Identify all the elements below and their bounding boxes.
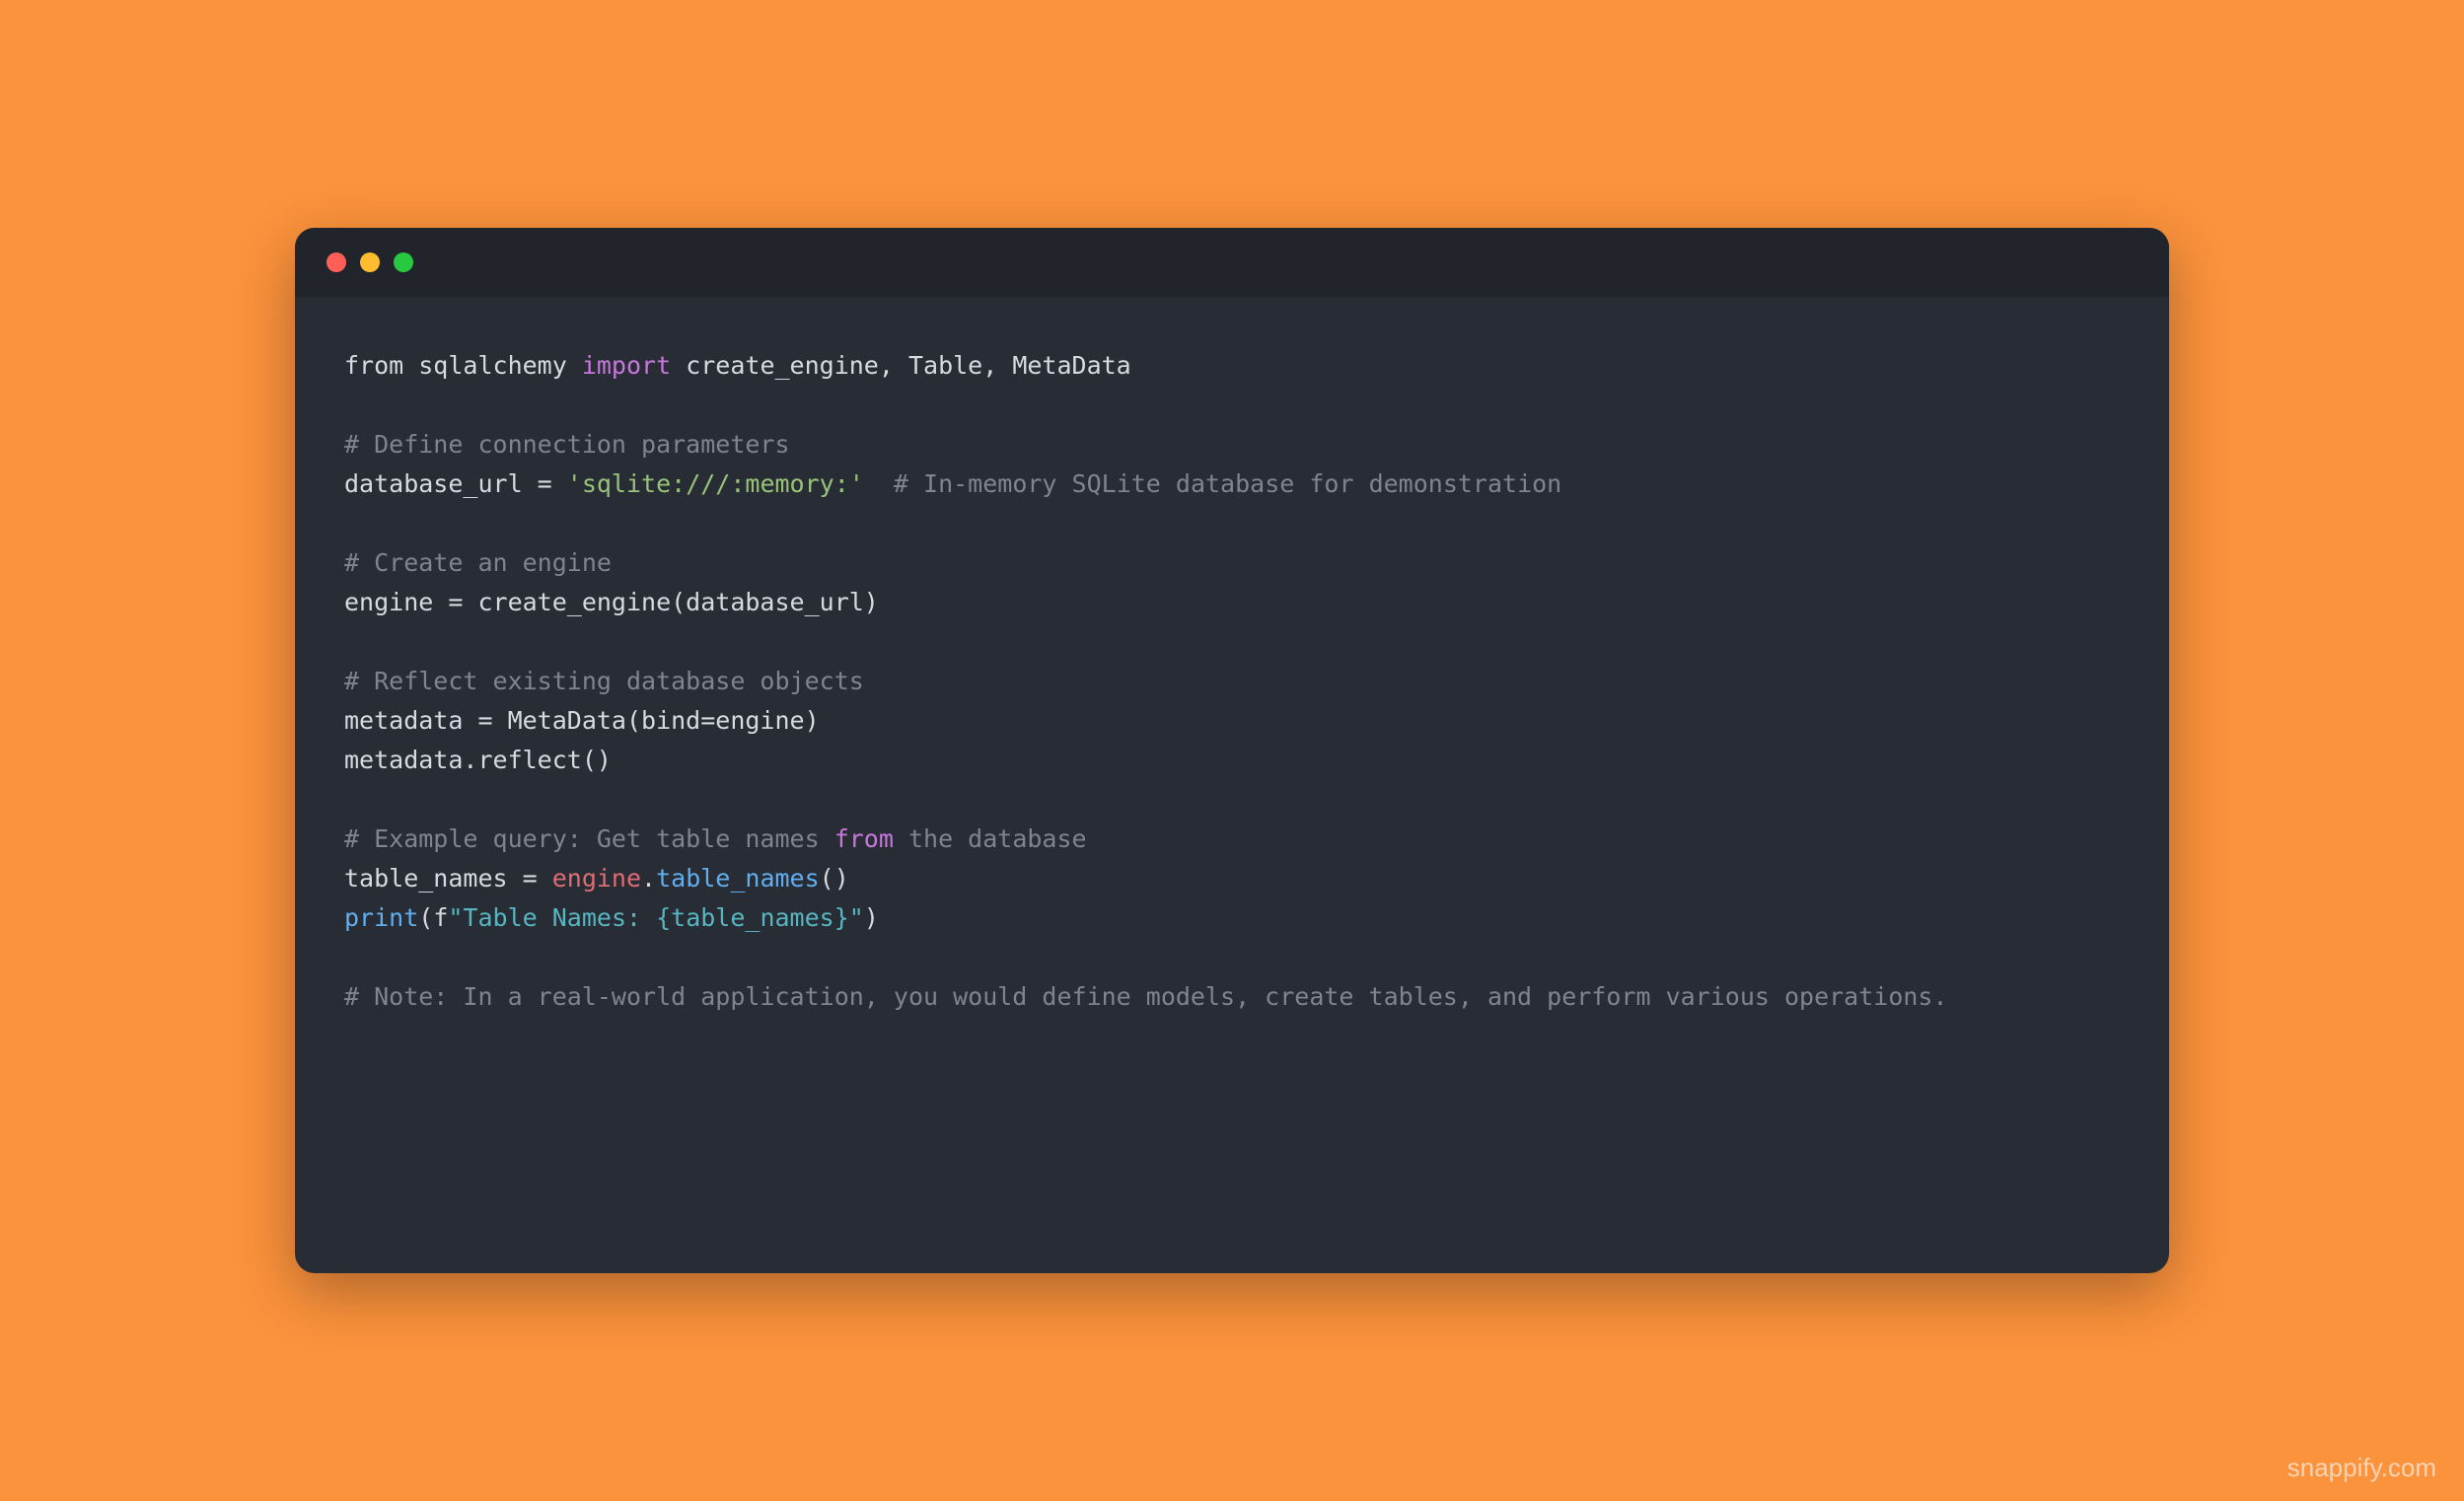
code-line: # Note: In a real-world application, you…	[344, 977, 2120, 1017]
code-token: create_engine, Table, MetaData	[671, 351, 1131, 380]
code-token: from	[834, 824, 894, 853]
code-line: metadata = MetaData(bind=engine)	[344, 701, 2120, 741]
watermark: snappify.com	[2287, 1453, 2436, 1483]
code-line: # Define connection parameters	[344, 425, 2120, 465]
code-token: table_names =	[344, 864, 552, 893]
code-token: import	[582, 351, 671, 380]
code-token: 'sqlite:///:memory:'	[567, 469, 864, 498]
code-line	[344, 938, 2120, 977]
code-token: print	[344, 903, 418, 932]
close-icon[interactable]	[326, 252, 346, 272]
code-token: metadata = MetaData(bind=engine)	[344, 706, 820, 735]
minimize-icon[interactable]	[360, 252, 380, 272]
code-token: metadata.reflect()	[344, 746, 612, 774]
code-line: # Reflect existing database objects	[344, 662, 2120, 701]
code-line: metadata.reflect()	[344, 741, 2120, 780]
code-token: # Define connection parameters	[344, 430, 790, 459]
code-token: # Create an engine	[344, 548, 612, 577]
code-line	[344, 504, 2120, 543]
code-line	[344, 780, 2120, 820]
code-token: (f	[418, 903, 448, 932]
code-token: from sqlalchemy	[344, 351, 582, 380]
maximize-icon[interactable]	[394, 252, 413, 272]
code-line: # Example query: Get table names from th…	[344, 820, 2120, 859]
code-token: # Note: In a real-world application, you…	[344, 982, 1948, 1011]
code-token: table_names	[656, 864, 820, 893]
code-token: # In-memory SQLite database for demonstr…	[894, 469, 1561, 498]
code-line	[344, 622, 2120, 662]
code-line: engine = create_engine(database_url)	[344, 583, 2120, 622]
code-window: from sqlalchemy import create_engine, Ta…	[295, 228, 2169, 1273]
code-token: .	[641, 864, 656, 893]
code-line: # Create an engine	[344, 543, 2120, 583]
code-token	[864, 469, 894, 498]
code-token: "Table Names: {table_names}"	[448, 903, 863, 932]
code-token: )	[864, 903, 879, 932]
code-token: # Example query: Get table names	[344, 824, 834, 853]
titlebar	[295, 228, 2169, 297]
code-token: # Reflect existing database objects	[344, 667, 864, 695]
code-line: print(f"Table Names: {table_names}")	[344, 898, 2120, 938]
code-token: the database	[894, 824, 1087, 853]
code-line	[344, 386, 2120, 425]
code-line: table_names = engine.table_names()	[344, 859, 2120, 898]
code-token: engine = create_engine(database_url)	[344, 588, 879, 616]
code-token: engine	[552, 864, 641, 893]
code-token: database_url =	[344, 469, 567, 498]
code-token: ()	[820, 864, 849, 893]
code-area: from sqlalchemy import create_engine, Ta…	[295, 297, 2169, 1066]
code-line: database_url = 'sqlite:///:memory:' # In…	[344, 465, 2120, 504]
code-line: from sqlalchemy import create_engine, Ta…	[344, 346, 2120, 386]
